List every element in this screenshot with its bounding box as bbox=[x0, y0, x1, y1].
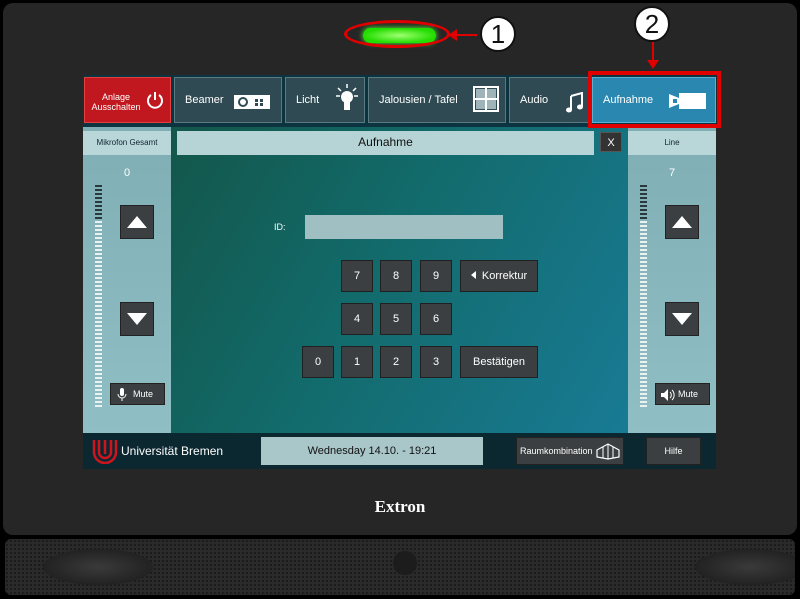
footer-bar: Universität Bremen Wednesday 14.10. - 19… bbox=[83, 433, 716, 469]
room-combination-button[interactable]: Raumkombination bbox=[516, 437, 624, 465]
volume-down-button[interactable] bbox=[665, 302, 699, 336]
speaker-grille bbox=[5, 539, 795, 595]
microphone-icon bbox=[117, 388, 127, 401]
up-arrow-icon bbox=[127, 216, 147, 228]
confirm-button[interactable]: Bestätigen bbox=[460, 346, 538, 378]
annotation-marker-2: 2 bbox=[634, 6, 670, 42]
keypad-3[interactable]: 3 bbox=[420, 346, 452, 378]
sensor-dot bbox=[393, 551, 417, 575]
tab-label: Jalousien / Tafel bbox=[379, 94, 458, 106]
window-blinds-icon bbox=[473, 86, 499, 112]
mute-button[interactable]: Mute bbox=[110, 383, 165, 405]
level-meter-inactive bbox=[640, 185, 647, 221]
correction-button[interactable]: Korrektur bbox=[460, 260, 538, 292]
keypad-6[interactable]: 6 bbox=[420, 303, 452, 335]
room-combination-label: Raumkombination bbox=[520, 446, 593, 456]
main-area: Mikrofon Gesamt 0 Mute Line 7 Mute Aufna… bbox=[83, 127, 716, 433]
datetime-display: Wednesday 14.10. - 19:21 bbox=[261, 437, 483, 465]
tab-anlage-ausschalten[interactable]: Anlage Ausschalten bbox=[84, 77, 171, 123]
tab-label: Licht bbox=[296, 94, 320, 106]
correction-label: Korrektur bbox=[481, 270, 528, 282]
foot-left bbox=[43, 549, 153, 585]
down-arrow-icon bbox=[127, 313, 147, 325]
touch-screen: Anlage Ausschalten Beamer Licht Jalousie… bbox=[83, 75, 716, 469]
help-button[interactable]: Hilfe bbox=[646, 437, 701, 465]
brand-logo: Extron bbox=[374, 497, 426, 516]
keypad-1[interactable]: 1 bbox=[341, 346, 373, 378]
right-panel-line: Line 7 Mute bbox=[628, 127, 716, 433]
power-icon bbox=[147, 92, 163, 109]
lightbulb-icon bbox=[336, 84, 358, 110]
tab-audio[interactable]: Audio bbox=[509, 77, 590, 123]
music-note-icon bbox=[566, 92, 583, 113]
tab-label: Beamer bbox=[185, 94, 224, 106]
id-label: ID: bbox=[274, 222, 286, 232]
volume-value: 0 bbox=[123, 167, 131, 179]
panel-title: Line bbox=[628, 131, 716, 155]
annotation-arrowhead-1 bbox=[448, 29, 457, 41]
panel-title: Mikrofon Gesamt bbox=[83, 131, 171, 155]
annotation-marker-1: 1 bbox=[480, 16, 516, 52]
left-panel-mikrofon: Mikrofon Gesamt 0 Mute bbox=[83, 127, 171, 433]
tab-licht[interactable]: Licht bbox=[285, 77, 365, 123]
keypad-7[interactable]: 7 bbox=[341, 260, 373, 292]
close-button[interactable]: X bbox=[600, 132, 622, 152]
keypad-9[interactable]: 9 bbox=[420, 260, 452, 292]
volume-up-button[interactable] bbox=[665, 205, 699, 239]
volume-down-button[interactable] bbox=[120, 302, 154, 336]
foot-right bbox=[695, 549, 795, 585]
tab-jalousien-tafel[interactable]: Jalousien / Tafel bbox=[368, 77, 506, 123]
keypad-2[interactable]: 2 bbox=[380, 346, 412, 378]
chevron-left-icon bbox=[470, 271, 476, 279]
rooms-icon bbox=[596, 443, 620, 460]
up-arrow-icon bbox=[672, 216, 692, 228]
annotation-aufnahme-highlight bbox=[588, 71, 721, 128]
keypad-8[interactable]: 8 bbox=[380, 260, 412, 292]
level-meter-inactive bbox=[95, 185, 102, 221]
volume-value: 7 bbox=[668, 167, 676, 179]
dialog-title: Aufnahme bbox=[358, 135, 413, 149]
mute-label: Mute bbox=[133, 389, 154, 399]
annotation-led-ellipse bbox=[344, 20, 450, 48]
tab-label: Anlage Ausschalten bbox=[91, 92, 141, 112]
university-logo-icon bbox=[92, 440, 118, 464]
mute-button[interactable]: Mute bbox=[655, 383, 710, 405]
annotation-arrowhead-2 bbox=[647, 60, 659, 69]
keypad-0[interactable]: 0 bbox=[302, 346, 334, 378]
keypad-4[interactable]: 4 bbox=[341, 303, 373, 335]
tab-label: Audio bbox=[520, 94, 549, 106]
keypad-5[interactable]: 5 bbox=[380, 303, 412, 335]
mute-label: Mute bbox=[678, 389, 699, 399]
university-logo-text: Universität Bremen bbox=[121, 444, 224, 458]
dialog-title-bar: Aufnahme bbox=[177, 131, 594, 155]
down-arrow-icon bbox=[672, 313, 692, 325]
tab-beamer[interactable]: Beamer bbox=[174, 77, 282, 123]
volume-up-button[interactable] bbox=[120, 205, 154, 239]
speaker-icon bbox=[661, 389, 675, 401]
annotation-arrow-2 bbox=[652, 42, 654, 62]
projector-icon bbox=[234, 95, 270, 109]
id-input[interactable] bbox=[305, 215, 503, 239]
